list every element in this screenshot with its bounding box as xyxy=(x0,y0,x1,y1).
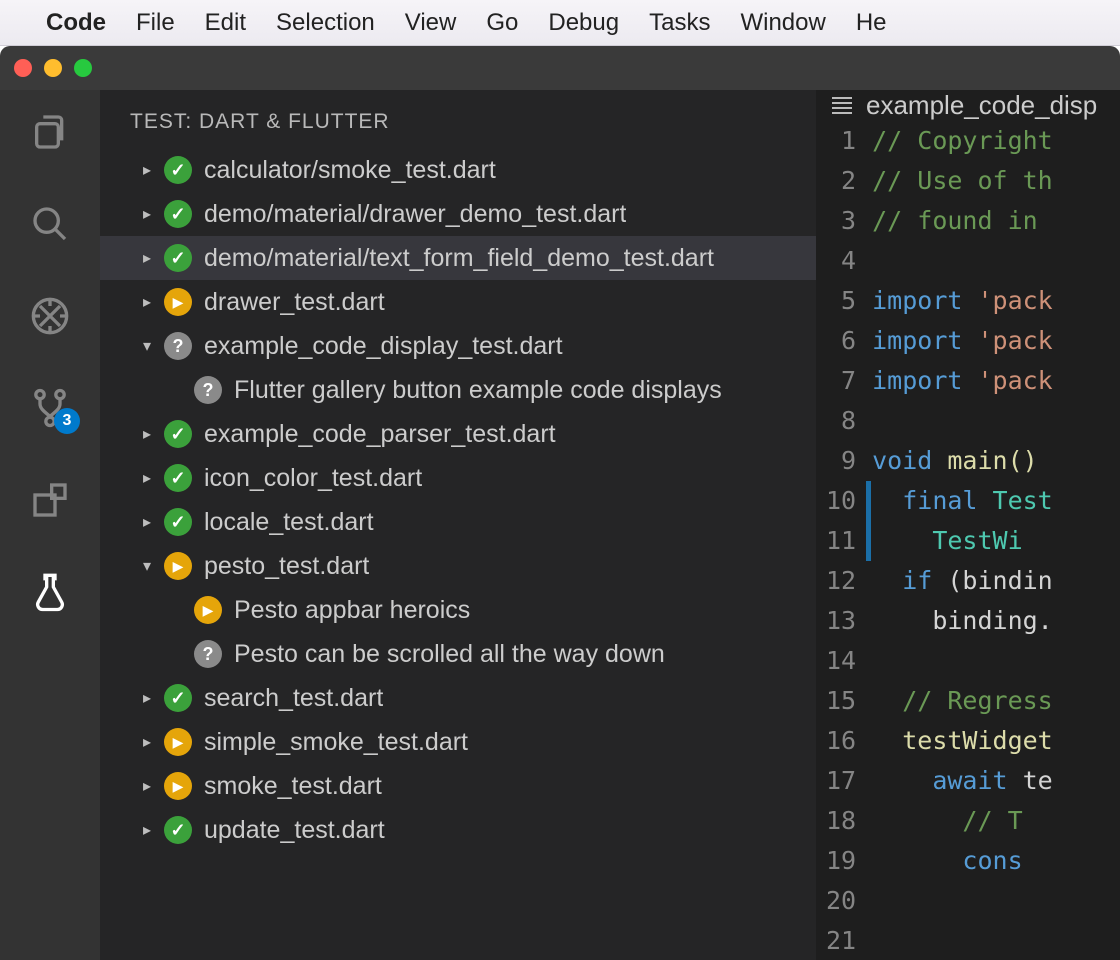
test-item-label: locale_test.dart xyxy=(204,508,374,537)
minimize-window-icon[interactable] xyxy=(44,59,62,77)
running-status-icon xyxy=(164,288,192,316)
pass-status-icon xyxy=(164,420,192,448)
close-window-icon[interactable] xyxy=(14,59,32,77)
menu-debug[interactable]: Debug xyxy=(548,9,619,37)
test-item-label: smoke_test.dart xyxy=(204,772,382,801)
debug-icon[interactable] xyxy=(28,294,72,338)
expand-arrow-icon[interactable]: ▸ xyxy=(138,204,156,224)
test-tree-item[interactable]: Pesto appbar heroics xyxy=(100,588,816,632)
test-tree-item[interactable]: ▸ search_test.dart xyxy=(100,676,816,720)
expand-arrow-icon[interactable]: ▸ xyxy=(138,292,156,312)
test-tree-item[interactable]: ▸ update_test.dart xyxy=(100,808,816,852)
expand-arrow-icon[interactable]: ▸ xyxy=(138,160,156,180)
test-item-label: Flutter gallery button example code disp… xyxy=(234,376,722,405)
test-tree-item[interactable]: ▸ locale_test.dart xyxy=(100,500,816,544)
test-item-label: drawer_test.dart xyxy=(204,288,385,317)
test-item-label: Pesto appbar heroics xyxy=(234,596,470,625)
zoom-window-icon[interactable] xyxy=(74,59,92,77)
source-control-icon[interactable]: 3 xyxy=(28,386,72,430)
test-icon[interactable] xyxy=(28,570,72,614)
test-item-label: Pesto can be scrolled all the way down xyxy=(234,640,665,669)
menu-go[interactable]: Go xyxy=(486,9,518,37)
unknown-status-icon xyxy=(194,640,222,668)
app-body: 3 TEST: DART & FLUTTER ▸ calculator/smoke… xyxy=(0,90,1120,960)
test-item-label: example_code_parser_test.dart xyxy=(204,420,556,449)
pass-status-icon xyxy=(164,508,192,536)
running-status-icon xyxy=(164,728,192,756)
test-tree: ▸ calculator/smoke_test.dart ▸ demo/materia… xyxy=(100,148,816,960)
expand-arrow-icon[interactable]: ▸ xyxy=(138,732,156,752)
editor-tab[interactable]: example_code_disp xyxy=(816,90,1120,121)
test-tree-item[interactable]: ▸ icon_color_test.dart xyxy=(100,456,816,500)
menu-help[interactable]: He xyxy=(856,9,887,37)
running-status-icon xyxy=(164,552,192,580)
test-item-label: pesto_test.dart xyxy=(204,552,369,581)
window-titlebar xyxy=(0,46,1120,90)
expand-arrow-icon[interactable]: ▸ xyxy=(138,688,156,708)
menu-file[interactable]: File xyxy=(136,9,175,37)
test-item-label: demo/material/drawer_demo_test.dart xyxy=(204,200,626,229)
test-item-label: simple_smoke_test.dart xyxy=(204,728,468,757)
test-item-label: demo/material/text_form_field_demo_test.… xyxy=(204,244,714,273)
menu-edit[interactable]: Edit xyxy=(205,9,246,37)
menu-app[interactable]: Code xyxy=(46,9,106,37)
test-tree-item[interactable]: ▸ simple_smoke_test.dart xyxy=(100,720,816,764)
test-tree-item[interactable]: ▸ demo/material/text_form_field_demo_test… xyxy=(100,236,816,280)
menu-tasks[interactable]: Tasks xyxy=(649,9,710,37)
line-gutter: 12345678910111213141516171819202122 xyxy=(816,121,872,960)
expand-arrow-icon[interactable]: ▸ xyxy=(138,468,156,488)
explorer-icon[interactable] xyxy=(28,110,72,154)
test-tree-item[interactable]: ▸ example_code_parser_test.dart xyxy=(100,412,816,456)
test-tree-item[interactable]: ▸ drawer_test.dart xyxy=(100,280,816,324)
test-item-label: update_test.dart xyxy=(204,816,385,845)
expand-arrow-icon[interactable]: ▾ xyxy=(138,336,156,356)
file-icon xyxy=(832,97,852,114)
expand-arrow-icon[interactable]: ▸ xyxy=(138,776,156,796)
expand-arrow-icon[interactable]: ▸ xyxy=(138,820,156,840)
test-item-label: calculator/smoke_test.dart xyxy=(204,156,496,185)
pass-status-icon xyxy=(164,244,192,272)
pass-status-icon xyxy=(164,200,192,228)
test-item-label: search_test.dart xyxy=(204,684,383,713)
test-tree-item[interactable]: ▾ example_code_display_test.dart xyxy=(100,324,816,368)
expand-arrow-icon[interactable]: ▸ xyxy=(138,512,156,532)
search-icon[interactable] xyxy=(28,202,72,246)
code-lines: // Copyright // Use of th // found in im… xyxy=(872,121,1053,960)
pass-status-icon xyxy=(164,464,192,492)
unknown-status-icon xyxy=(164,332,192,360)
unknown-status-icon xyxy=(194,376,222,404)
extensions-icon[interactable] xyxy=(28,478,72,522)
test-sidebar: TEST: DART & FLUTTER ▸ calculator/smoke_t… xyxy=(100,90,816,960)
test-tree-item[interactable]: Flutter gallery button example code disp… xyxy=(100,368,816,412)
test-tree-item[interactable]: ▸ smoke_test.dart xyxy=(100,764,816,808)
editor-tab-title: example_code_disp xyxy=(866,90,1097,121)
running-status-icon xyxy=(194,596,222,624)
menu-selection[interactable]: Selection xyxy=(276,9,375,37)
activity-bar: 3 xyxy=(0,90,100,960)
scm-badge: 3 xyxy=(54,408,80,434)
expand-arrow-icon[interactable]: ▾ xyxy=(138,556,156,576)
mac-menubar: Code File Edit Selection View Go Debug T… xyxy=(0,0,1120,46)
menu-view[interactable]: View xyxy=(405,9,457,37)
sidebar-title: TEST: DART & FLUTTER xyxy=(100,90,816,148)
code-editor[interactable]: 12345678910111213141516171819202122 // C… xyxy=(816,121,1120,960)
running-status-icon xyxy=(164,772,192,800)
test-tree-item[interactable]: ▸ demo/material/drawer_demo_test.dart xyxy=(100,192,816,236)
pass-status-icon xyxy=(164,816,192,844)
menu-window[interactable]: Window xyxy=(740,9,825,37)
test-item-label: icon_color_test.dart xyxy=(204,464,422,493)
expand-arrow-icon[interactable]: ▸ xyxy=(138,424,156,444)
test-tree-item[interactable]: ▾ pesto_test.dart xyxy=(100,544,816,588)
expand-arrow-icon[interactable]: ▸ xyxy=(138,248,156,268)
test-item-label: example_code_display_test.dart xyxy=(204,332,563,361)
test-tree-item[interactable]: Pesto can be scrolled all the way down xyxy=(100,632,816,676)
pass-status-icon xyxy=(164,684,192,712)
pass-status-icon xyxy=(164,156,192,184)
editor-area: example_code_disp 1234567891011121314151… xyxy=(816,90,1120,960)
test-tree-item[interactable]: ▸ calculator/smoke_test.dart xyxy=(100,148,816,192)
